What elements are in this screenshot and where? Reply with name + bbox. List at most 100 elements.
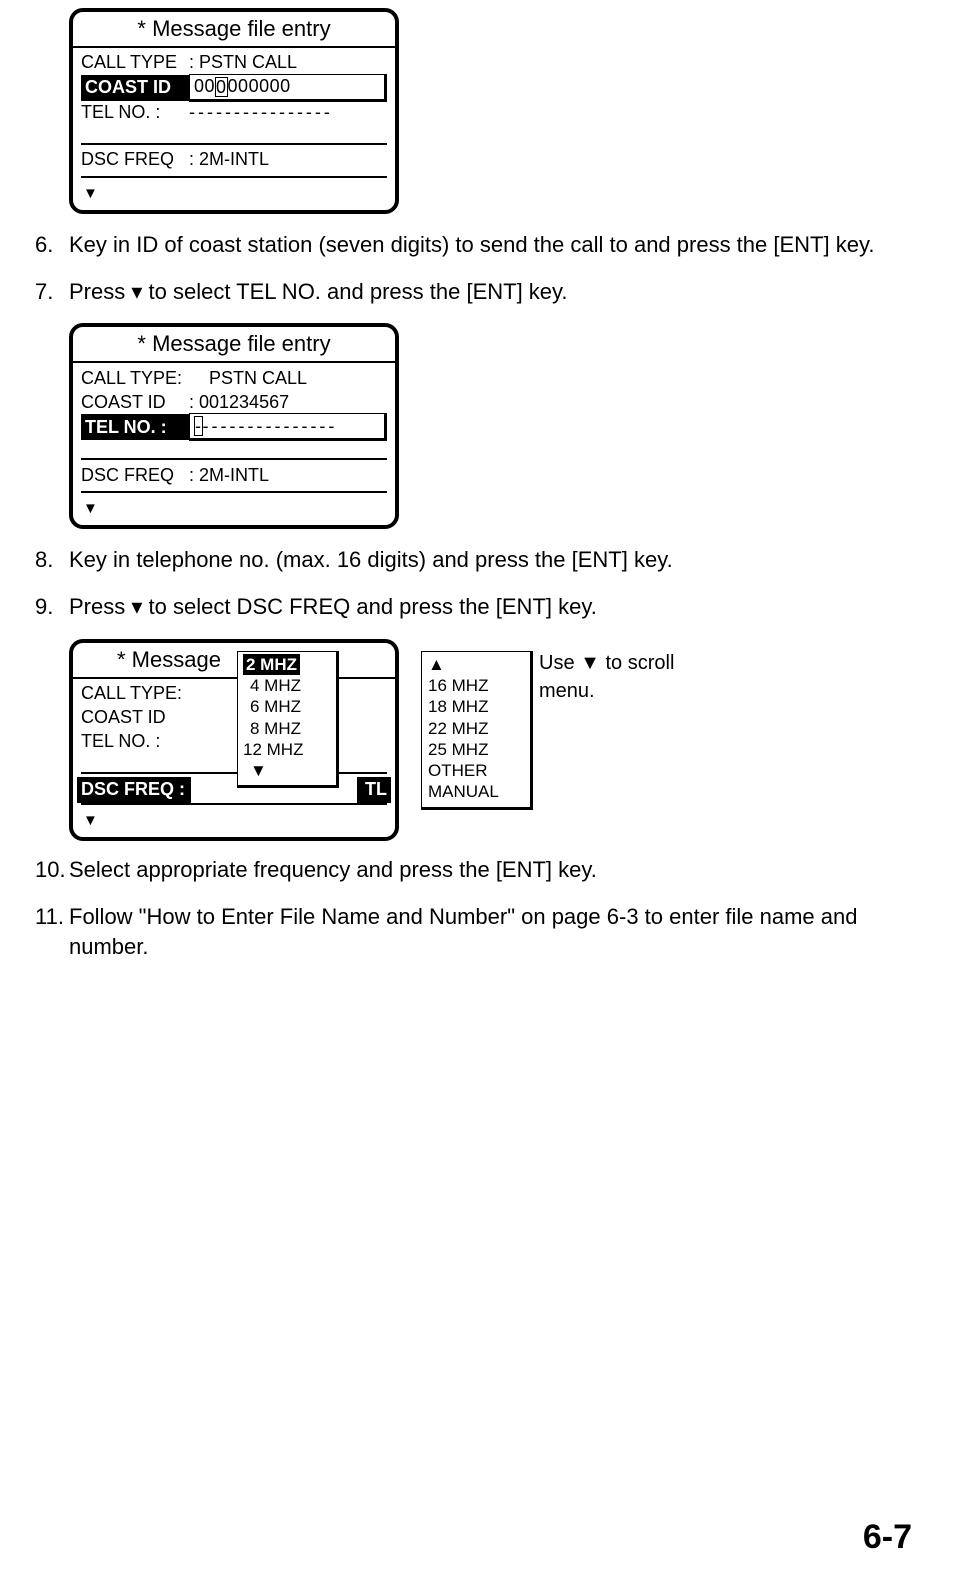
divider xyxy=(81,176,387,178)
step-number: 11. xyxy=(35,902,69,964)
row-tel-no: TEL NO. : xyxy=(81,730,387,754)
label-call-type: CALL TYPE xyxy=(81,50,189,75)
freq-item[interactable]: OTHER xyxy=(428,760,524,781)
step-text: Follow "How to Enter File Name and Numbe… xyxy=(69,902,912,964)
device-panel: * Message file entry CALL TYPE : PSTN CA… xyxy=(69,8,399,214)
row-coast-id-selected: COAST ID 000000000 xyxy=(81,75,387,101)
cursor-box: - xyxy=(194,416,203,436)
text-b: to select DSC FREQ and press the [ENT] k… xyxy=(142,594,596,619)
tel-no-post: - - - - - - - - - - - - - - - xyxy=(203,414,334,439)
step-9: 9. Press ▾ to select DSC FREQ and press … xyxy=(35,592,912,623)
label-dsc-freq: DSC FREQ : xyxy=(81,777,185,802)
dsc-right: TL xyxy=(365,777,387,802)
figure-tel-no: * Message file entry CALL TYPE: PSTN CAL… xyxy=(69,323,912,529)
value-coast-id: : 001234567 xyxy=(189,390,387,415)
scroll-note: Use ▼ to scroll menu. xyxy=(539,649,674,705)
value-call-type: PSTN CALL xyxy=(189,366,387,391)
freq-item[interactable]: 6 MHZ xyxy=(243,696,331,717)
page-number: 6-7 xyxy=(863,1514,912,1562)
note-c: menu. xyxy=(539,680,595,702)
freq-item[interactable]: 25 MHZ xyxy=(428,739,524,760)
value-call-type: : PSTN CALL xyxy=(189,50,387,75)
text-a: Press xyxy=(69,594,131,619)
panel-title: * Message xyxy=(73,643,395,679)
step-number: 9. xyxy=(35,592,69,623)
step-11: 11. Follow "How to Enter File Name and N… xyxy=(35,902,912,964)
freq-item-selected[interactable]: 2 MHZ xyxy=(243,654,300,675)
step-text: Press ▾ to select DSC FREQ and press the… xyxy=(69,592,912,623)
row-tel-no-selected: TEL NO. : -- - - - - - - - - - - - - - - xyxy=(81,414,387,440)
panel-title: * Message file entry xyxy=(73,327,395,363)
value-dsc-freq: : 2M-INTL xyxy=(189,147,387,172)
freq-dropdown-1[interactable]: 2 MHZ 4 MHZ 6 MHZ 8 MHZ 12 MHZ ▼ xyxy=(237,651,339,789)
row-coast-id: COAST ID : 001234567 xyxy=(81,390,387,414)
value-tel-no: - - - - - - - - - - - - - - - - xyxy=(189,100,387,125)
label-coast-id: COAST ID xyxy=(81,390,189,415)
step-6: 6. Key in ID of coast station (seven dig… xyxy=(35,230,912,261)
cursor-char: - xyxy=(195,416,202,436)
row-call-type: CALL TYPE : PSTN CALL xyxy=(81,51,387,75)
row-coast-id: COAST ID xyxy=(81,706,387,730)
freq-item[interactable]: 18 MHZ xyxy=(428,696,524,717)
label-dsc-freq: DSC FREQ xyxy=(81,147,189,172)
down-triangle-icon: ▼ xyxy=(580,652,600,674)
cursor-box: 0 xyxy=(215,77,228,97)
freq-item[interactable]: 8 MHZ xyxy=(243,718,331,739)
step-7: 7. Press ▾ to select TEL NO. and press t… xyxy=(35,277,912,308)
device-panel: * Message file entry CALL TYPE: PSTN CAL… xyxy=(69,323,399,529)
scroll-down-icon[interactable]: ▼ xyxy=(73,183,395,204)
input-tel-no[interactable]: -- - - - - - - - - - - - - - - xyxy=(189,413,387,441)
row-dsc-freq: DSC FREQ : 2M-INTL xyxy=(81,463,387,487)
panel-body: CALL TYPE: PSTN CALL COAST ID : 00123456… xyxy=(73,363,395,498)
coast-id-post: 000000 xyxy=(228,74,291,99)
panel-body: CALL TYPE: COAST ID TEL NO. : DSC FREQ :… xyxy=(73,679,395,810)
label-coast-id: COAST ID xyxy=(81,705,189,730)
scroll-down-icon[interactable]: ▼ xyxy=(243,760,331,781)
freq-item[interactable]: 16 MHZ xyxy=(428,675,524,696)
label-coast-id: COAST ID xyxy=(81,75,189,101)
down-triangle-icon: ▾ xyxy=(131,594,142,619)
row-call-type: CALL TYPE: xyxy=(81,682,387,706)
step-number: 7. xyxy=(35,277,69,308)
row-tel-no: TEL NO. : - - - - - - - - - - - - - - - … xyxy=(81,101,387,125)
label-tel-no: TEL NO. : xyxy=(81,729,189,754)
freq-item[interactable]: 4 MHZ xyxy=(243,675,331,696)
divider xyxy=(81,491,387,493)
text-b: to select TEL NO. and press the [ENT] ke… xyxy=(142,279,567,304)
figure-coast-id: * Message file entry CALL TYPE : PSTN CA… xyxy=(69,8,912,214)
freq-item[interactable]: 12 MHZ xyxy=(243,739,331,760)
step-text: Key in ID of coast station (seven digits… xyxy=(69,230,912,261)
step-number: 6. xyxy=(35,230,69,261)
step-text: Select appropriate frequency and press t… xyxy=(69,855,912,886)
step-text: Key in telephone no. (max. 16 digits) an… xyxy=(69,545,912,576)
device-panel: * Message CALL TYPE: COAST ID TEL NO. : … xyxy=(69,639,399,841)
label-tel-no: TEL NO. : xyxy=(81,100,189,125)
divider xyxy=(81,772,387,774)
scroll-up-icon[interactable]: ▲ xyxy=(428,654,524,675)
text-a: Press xyxy=(69,279,131,304)
scroll-down-icon[interactable]: ▼ xyxy=(73,498,395,519)
figure-dsc-freq: * Message CALL TYPE: COAST ID TEL NO. : … xyxy=(69,639,912,839)
label-dsc-freq: DSC FREQ xyxy=(81,463,189,488)
label-tel-no: TEL NO. : xyxy=(81,414,189,440)
note-a: Use xyxy=(539,652,580,674)
label-call-type: CALL TYPE: xyxy=(81,366,189,391)
step-number: 8. xyxy=(35,545,69,576)
step-text: Press ▾ to select TEL NO. and press the … xyxy=(69,277,912,308)
label-call-type: CALL TYPE: xyxy=(81,681,189,706)
freq-item[interactable]: 22 MHZ xyxy=(428,718,524,739)
scroll-down-icon[interactable]: ▼ xyxy=(73,810,395,831)
row-call-type: CALL TYPE: PSTN CALL xyxy=(81,366,387,390)
freq-item[interactable]: MANUAL xyxy=(428,781,524,802)
cursor-char: 0 xyxy=(216,77,227,97)
step-8: 8. Key in telephone no. (max. 16 digits)… xyxy=(35,545,912,576)
step-10: 10. Select appropriate frequency and pre… xyxy=(35,855,912,886)
value-dsc-freq: : 2M-INTL xyxy=(189,463,387,488)
divider xyxy=(81,143,387,145)
divider xyxy=(81,458,387,460)
panel-title: * Message file entry xyxy=(73,12,395,48)
input-coast-id[interactable]: 000000000 xyxy=(189,74,387,102)
freq-dropdown-2[interactable]: ▲ 16 MHZ 18 MHZ 22 MHZ 25 MHZ OTHER MANU… xyxy=(421,651,533,810)
row-dsc-freq-selected: DSC FREQ : TL xyxy=(77,777,391,803)
row-dsc-freq: DSC FREQ : 2M-INTL xyxy=(81,148,387,172)
